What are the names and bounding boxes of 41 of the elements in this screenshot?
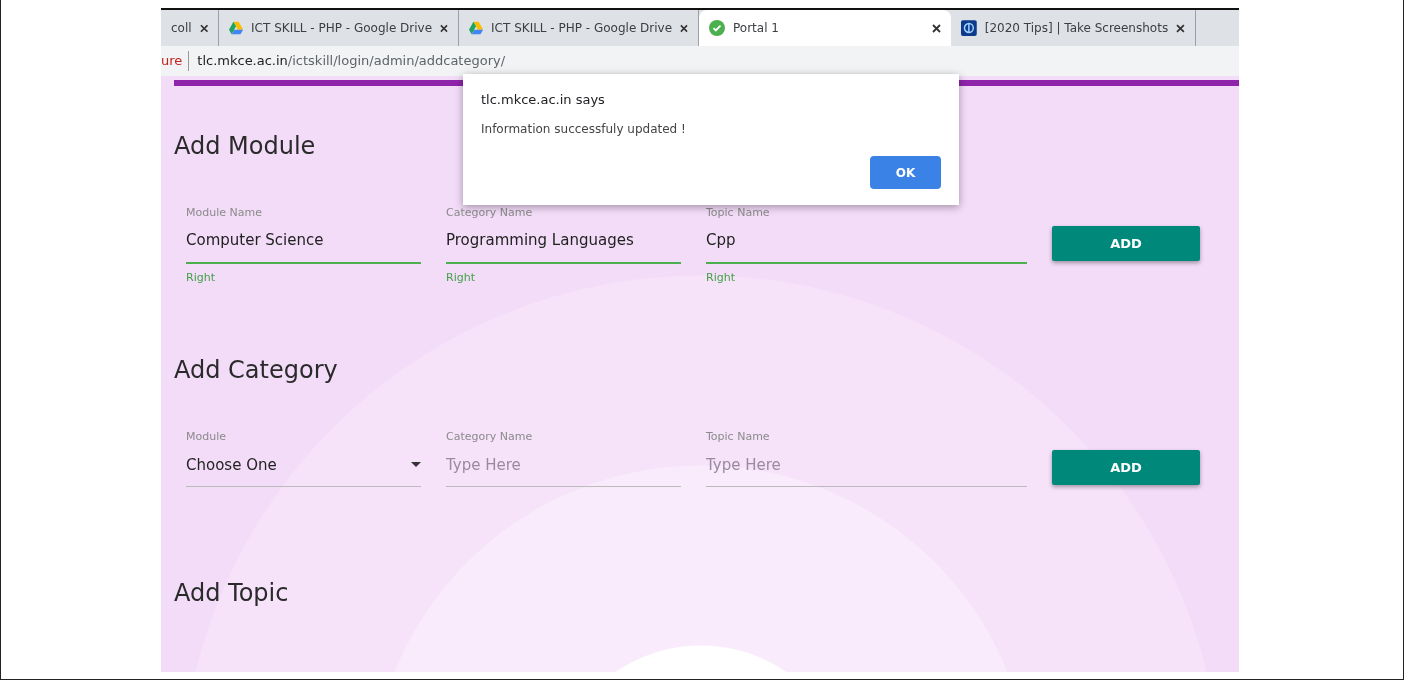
input-field[interactable]: Computer Science [186,221,421,264]
tab-title: ICT SKILL - PHP - Google Drive [251,20,433,37]
triangle-icon [469,21,484,35]
field-label: Category Name [446,204,534,221]
field-label: Topic Name [706,429,771,446]
tab-title: [2020 Tips] | Take Screenshots [984,20,1169,37]
site-icon [961,20,977,36]
field-label: Module [186,429,227,446]
close-icon[interactable] [1176,23,1185,33]
ok-button[interactable]: OK [870,156,941,189]
tab-title: Portal 1 [733,20,779,37]
dialog-message: Information successfuly updated ! [481,120,687,138]
input-field[interactable]: Type Here [706,445,1027,488]
tab-title: ICT SKILL - PHP - Google Drive [491,20,673,37]
close-icon[interactable] [199,23,208,33]
helper-text: Right [706,269,736,286]
input-field[interactable]: Type Here [446,445,681,488]
input-field[interactable]: Programming Languages [446,221,681,264]
input-field[interactable]: Cpp [706,221,1027,264]
field-label: Category Name [446,429,534,446]
field-label: Module Name [186,204,263,221]
close-icon[interactable] [440,23,448,33]
close-icon[interactable] [680,23,688,33]
dialog-title: tlc.mkce.ac.in says [481,91,606,109]
tab-title: coll [171,20,192,37]
browser-tab[interactable]: Portal 1 [699,10,951,46]
close-icon[interactable] [932,23,941,33]
section-title: Add Category [174,356,339,386]
add-button[interactable]: ADD [1052,450,1200,486]
helper-text: Right [186,269,216,286]
dropdown[interactable]: Choose One [186,445,421,488]
section-title: Add Topic [174,579,290,608]
check-icon [709,20,725,36]
url-text[interactable]: tlc.mkce.ac.in/ictskill/login/admin/addcategory/ [197,51,506,71]
caret-icon [411,462,421,468]
add-button[interactable]: ADD [1052,225,1200,261]
security-label: ure [161,51,190,71]
triangle-icon [229,21,244,35]
field-label: Topic Name [706,204,771,221]
section-title: Add Module [174,132,317,161]
helper-text: Right [446,269,476,286]
